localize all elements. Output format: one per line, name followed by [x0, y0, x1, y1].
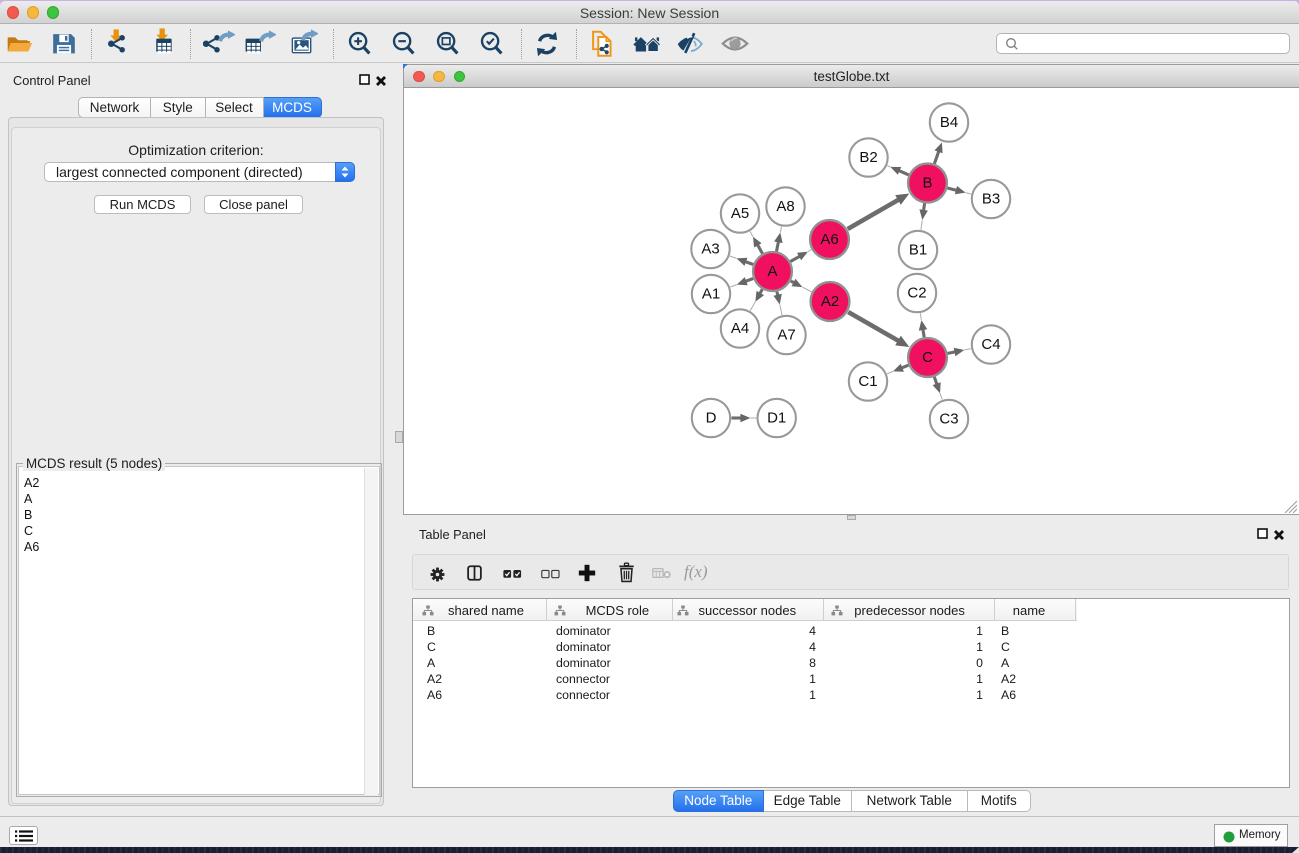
- svg-text:A3: A3: [701, 240, 719, 257]
- svg-text:A2: A2: [820, 293, 838, 310]
- svg-text:B1: B1: [908, 241, 926, 258]
- svg-text:D1: D1: [767, 409, 786, 426]
- svg-text:A4: A4: [730, 320, 748, 337]
- svg-text:B4: B4: [939, 114, 957, 131]
- svg-text:B: B: [922, 174, 932, 191]
- svg-text:A1: A1: [701, 285, 719, 302]
- svg-text:C1: C1: [858, 373, 877, 390]
- svg-text:A8: A8: [776, 198, 794, 215]
- svg-text:A7: A7: [777, 326, 795, 343]
- svg-text:A5: A5: [730, 205, 748, 222]
- svg-text:C4: C4: [981, 336, 1000, 353]
- svg-text:C: C: [922, 349, 933, 366]
- svg-text:A6: A6: [820, 231, 838, 248]
- svg-text:C2: C2: [907, 284, 926, 301]
- svg-text:A: A: [767, 263, 777, 280]
- svg-text:D: D: [705, 409, 716, 426]
- svg-text:C3: C3: [939, 410, 958, 427]
- svg-text:B2: B2: [859, 149, 877, 166]
- svg-text:B3: B3: [981, 190, 999, 207]
